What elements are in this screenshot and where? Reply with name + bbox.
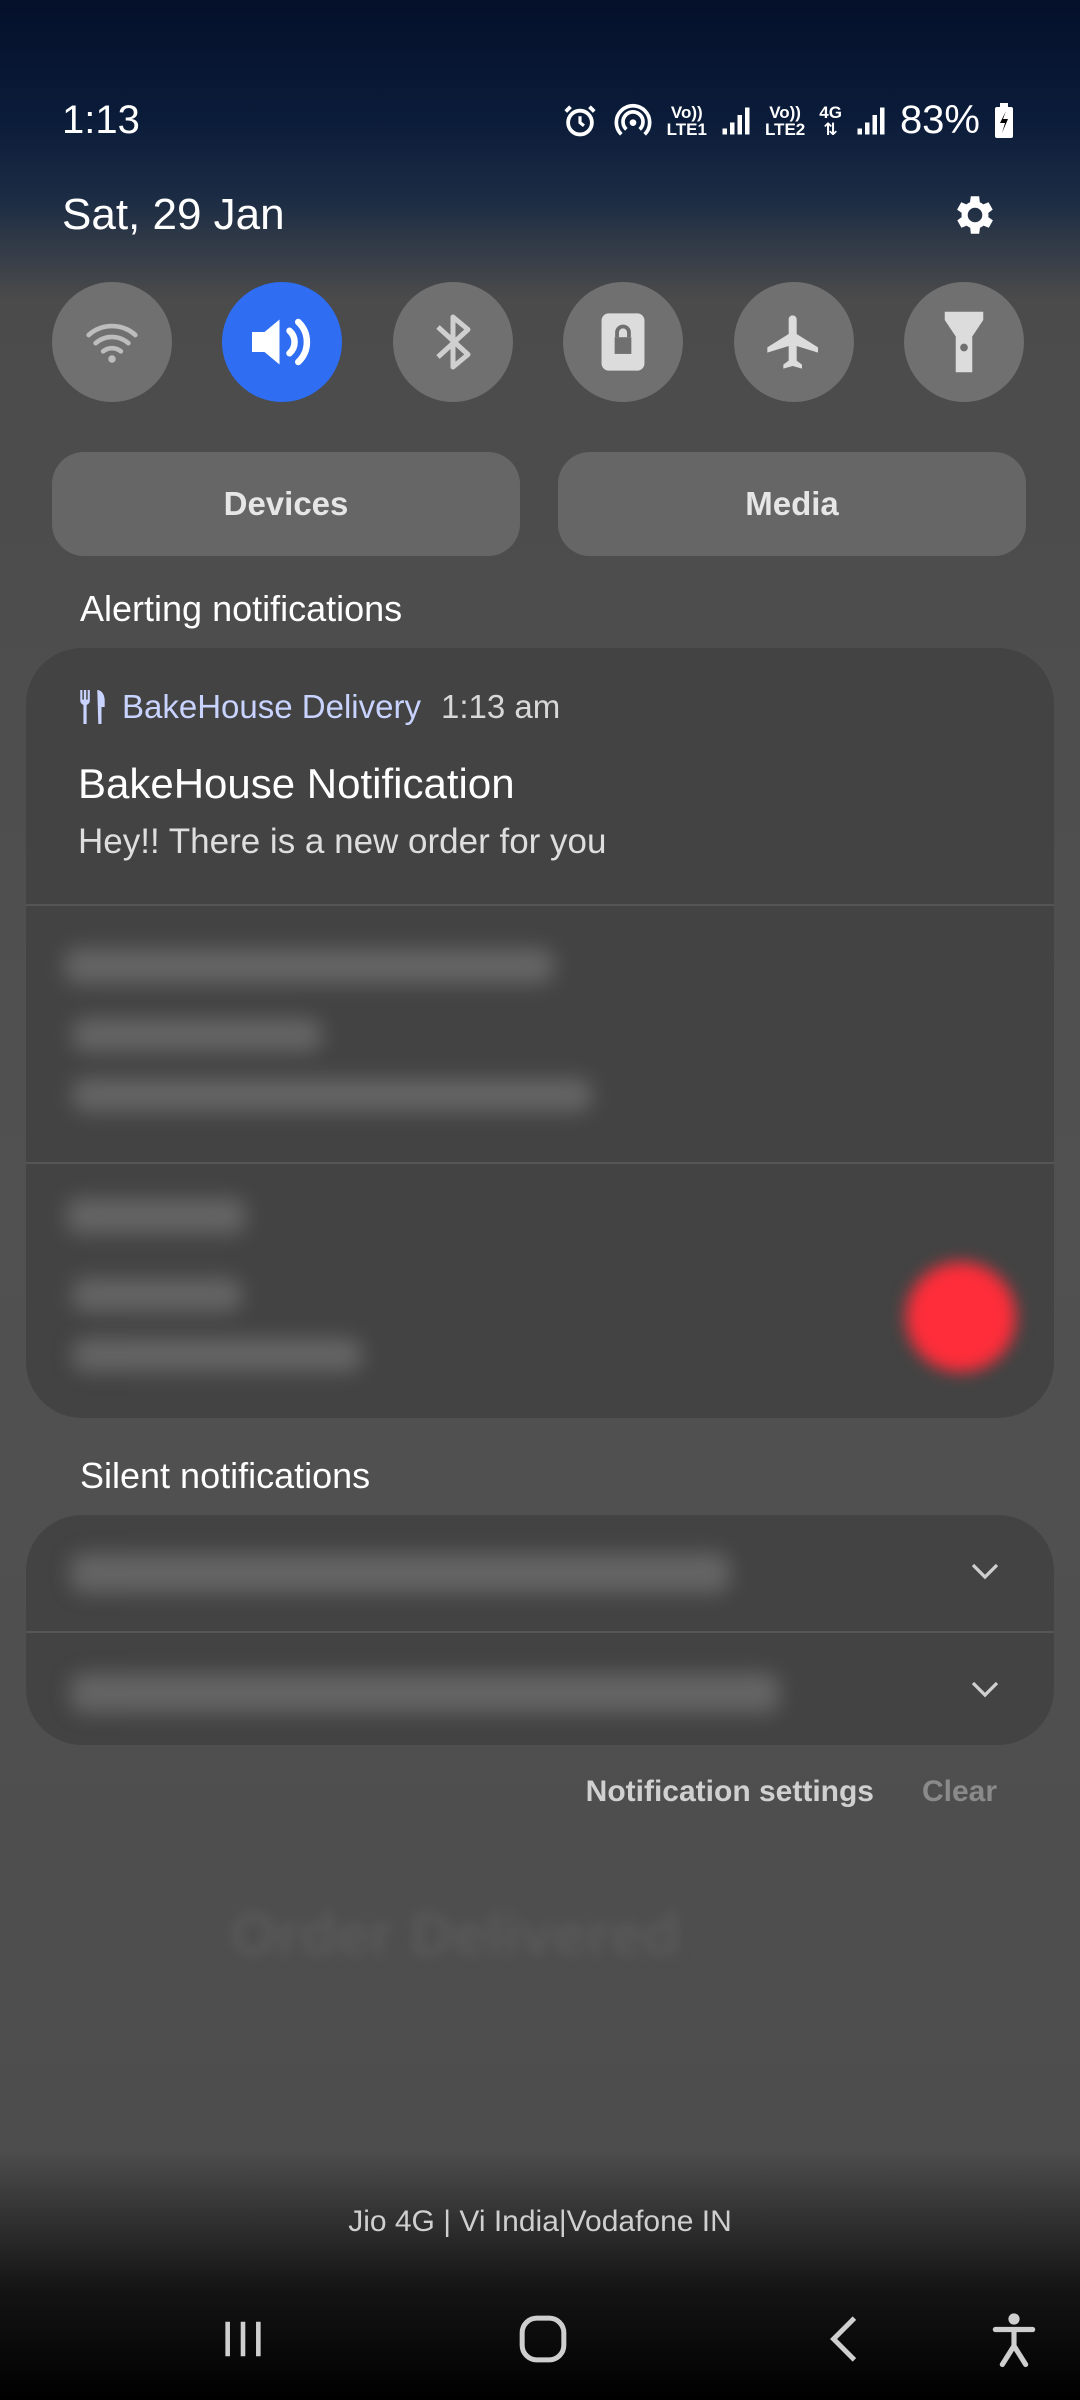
sound-icon <box>252 318 311 366</box>
network-indicator: 4G ⇅ <box>819 102 842 139</box>
sim2-indicator: Vo)) LTE2 <box>764 102 806 139</box>
flashlight-toggle[interactable] <box>903 282 1024 402</box>
lock-icon <box>601 313 645 371</box>
bluetooth-icon <box>436 314 471 370</box>
recents-icon[interactable] <box>220 2316 266 2362</box>
accessibility-icon[interactable] <box>990 2312 1038 2368</box>
blurred-notification-header <box>66 1198 246 1234</box>
blurred-notification-body <box>72 1078 592 1112</box>
divider <box>26 1162 1054 1164</box>
silent-notifications-card <box>26 1515 1054 1745</box>
restaurant-icon <box>80 690 105 724</box>
notification-body[interactable]: Hey!! There is a new order for you <box>78 822 607 862</box>
hotspot-icon <box>614 103 652 136</box>
notification-header[interactable]: BakeHouse Delivery 1:13 am <box>78 688 560 726</box>
notification-time: 1:13 am <box>440 688 561 725</box>
clear-button[interactable]: Clear <box>922 1775 997 1809</box>
blurred-silent-notification[interactable] <box>70 1553 730 1593</box>
battery-percent: 83% <box>899 98 980 142</box>
status-time: 1:13 <box>62 98 140 142</box>
alerting-notifications-label: Alerting notifications <box>80 588 403 629</box>
blurred-notification-body <box>72 1338 362 1372</box>
notification-settings-button[interactable]: Notification settings <box>586 1775 874 1809</box>
signal2-icon <box>857 107 885 134</box>
divider <box>26 904 1054 906</box>
quick-toggles <box>52 282 1024 402</box>
blurred-notification-header <box>64 948 554 984</box>
bluetooth-toggle[interactable] <box>392 282 513 402</box>
home-icon[interactable] <box>518 2314 568 2364</box>
status-icons: Vo)) LTE1 Vo)) LTE2 4G ⇅ 83% <box>561 98 1014 143</box>
flashlight-icon <box>944 311 984 373</box>
red-notification-icon <box>906 1262 1016 1372</box>
silent-notifications-label: Silent notifications <box>80 1455 371 1496</box>
divider <box>26 1631 1054 1633</box>
chevron-down-icon[interactable] <box>970 1679 1000 1699</box>
blurred-notification-title <box>72 1018 322 1052</box>
airplane-toggle[interactable] <box>733 282 854 402</box>
media-button[interactable]: Media <box>558 452 1026 556</box>
wifi-icon <box>86 323 138 363</box>
devices-button[interactable]: Devices <box>52 452 520 556</box>
back-icon[interactable] <box>826 2314 862 2364</box>
rotation-lock-toggle[interactable] <box>563 282 684 402</box>
wifi-toggle[interactable] <box>52 282 172 402</box>
chevron-down-icon[interactable] <box>970 1561 1000 1581</box>
sound-toggle[interactable] <box>222 282 343 402</box>
battery-charging-icon <box>995 102 1013 138</box>
sim1-indicator: Vo)) LTE1 <box>666 102 707 139</box>
blurred-background-text: Order Delivered <box>230 1901 681 1968</box>
alerting-notifications-card: BakeHouse Delivery 1:13 am BakeHouse Not… <box>26 648 1054 1418</box>
notification-title[interactable]: BakeHouse Notification <box>78 760 515 808</box>
blurred-notification-title <box>72 1278 242 1312</box>
signal1-icon <box>722 107 750 134</box>
blurred-silent-notification[interactable] <box>70 1673 780 1713</box>
devices-media-row: Devices Media <box>52 452 1026 556</box>
carrier-label: Jio 4G | Vi India|Vodafone IN <box>348 2205 732 2238</box>
navigation-bar <box>0 2290 1080 2400</box>
alarm-icon <box>564 104 596 136</box>
date-label: Sat, 29 Jan <box>62 190 285 239</box>
airplane-icon <box>766 315 818 369</box>
app-name: BakeHouse Delivery <box>122 688 421 725</box>
settings-gear-icon[interactable] <box>950 190 1000 240</box>
